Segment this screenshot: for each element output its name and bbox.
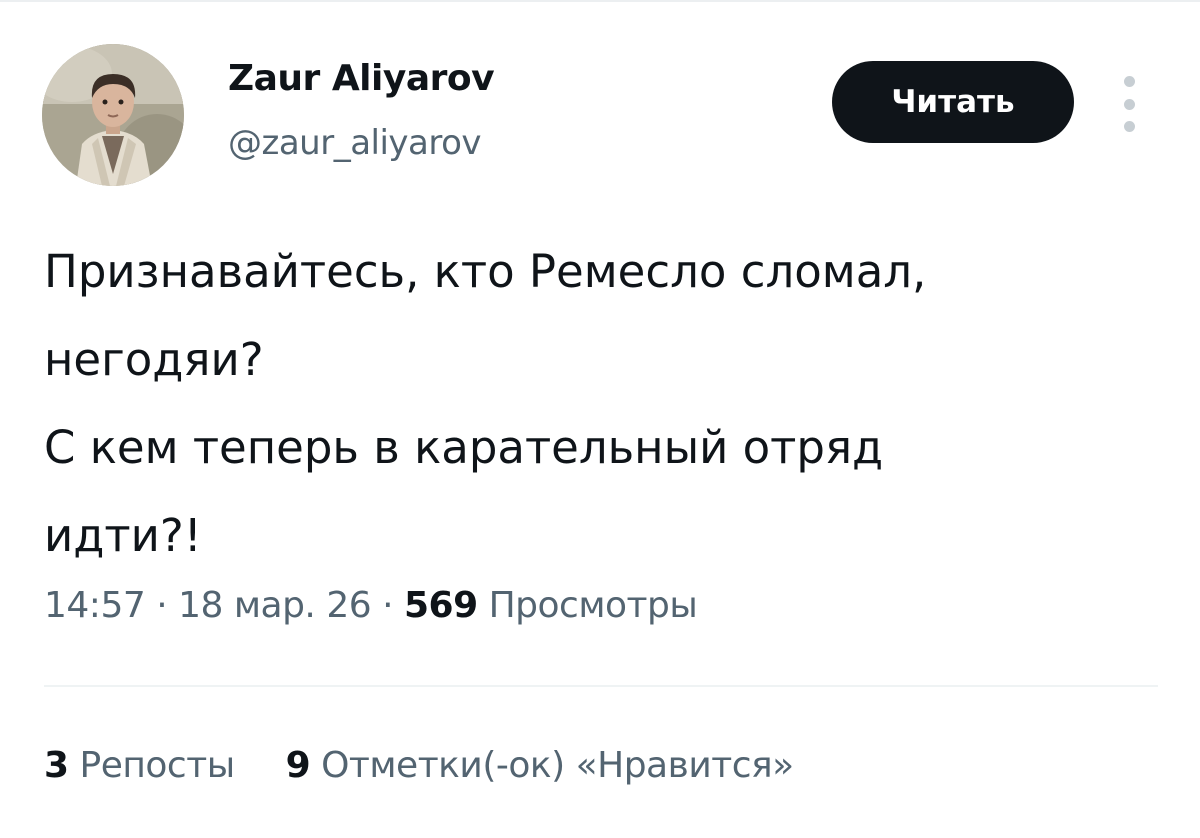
meta-separator: · (382, 585, 394, 626)
views-label: Просмотры (488, 585, 698, 626)
author-handle[interactable]: @zaur_aliyarov (228, 122, 482, 164)
stats-divider (44, 685, 1158, 687)
likes-count: 9 (285, 745, 311, 786)
tweet-meta: 14:57 · 18 мар. 26 · 569 Просмотры (44, 578, 698, 634)
reposts-link[interactable]: 3 Репосты (44, 738, 235, 794)
tweet-line: Признавайтесь, кто Ремесло сломал, (44, 245, 927, 298)
more-vertical-icon[interactable] (1114, 76, 1144, 132)
likes-link[interactable]: 9 Отметки(-ок) «Нравится» (285, 738, 795, 794)
engagement-stats: 3 Репосты 9 Отметки(-ок) «Нравится» (44, 738, 794, 794)
avatar[interactable] (42, 44, 184, 186)
more-dot (1123, 121, 1135, 132)
tweet-text: Признавайтесь, кто Ремесло сломал, негод… (44, 228, 1164, 580)
tweet-time[interactable]: 14:57 (44, 585, 146, 626)
tweet-date[interactable]: 18 мар. 26 (178, 585, 372, 626)
top-divider (0, 0, 1200, 2)
reposts-label: Репосты (79, 745, 236, 786)
author-display-name[interactable]: Zaur Aliyarov (228, 57, 495, 101)
tweet-line: идти?! (44, 509, 202, 562)
views-count: 569 (404, 585, 478, 626)
more-dot (1123, 98, 1135, 110)
meta-separator: · (156, 585, 168, 626)
likes-label: Отметки(-ок) «Нравится» (321, 745, 794, 786)
reposts-count: 3 (44, 745, 69, 786)
avatar-photo (42, 44, 184, 186)
tweet-line: С кем теперь в карательный отряд (44, 421, 884, 474)
tweet-line: негодяи? (44, 333, 264, 386)
follow-button[interactable]: Читать (832, 61, 1074, 143)
more-dot (1123, 76, 1135, 87)
